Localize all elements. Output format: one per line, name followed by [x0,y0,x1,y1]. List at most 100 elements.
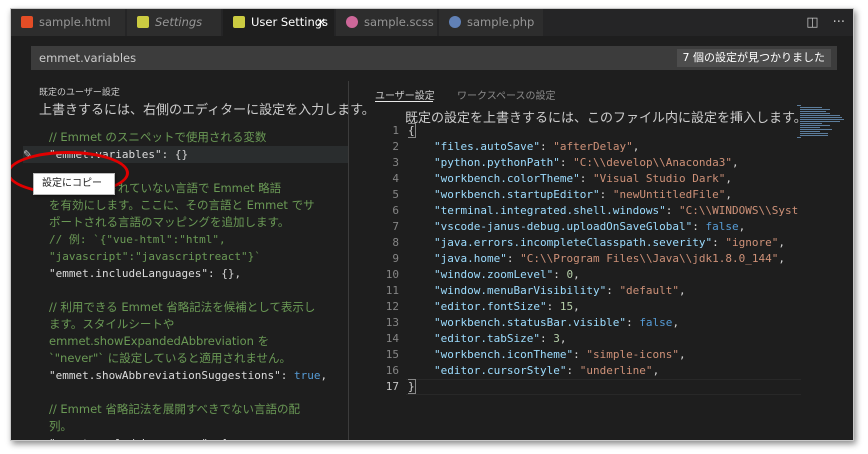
code-line: "emmet.showAbbreviationSuggestions": tru… [49,367,349,384]
code-token: , [778,236,786,249]
code-line: "editor.fontSize": 15, [408,299,798,315]
tab-settings[interactable]: Settings [127,9,222,36]
close-icon[interactable]: × [316,9,326,36]
code-token: , [738,220,746,233]
code-token: : [606,284,620,297]
code-token: , [679,348,686,361]
code-line: `"never"` に設定していると適用されません。 [49,350,349,367]
code-token: "java.errors.incompleteClasspath.severit… [434,236,713,249]
panel-divider[interactable] [348,81,349,440]
code-token: ポートされる言語のマッピングを追加します。 [49,215,290,229]
context-menu-copy-to-settings[interactable]: 設定にコピー [33,173,115,195]
settings-file-icon [233,16,245,28]
code-token: } [408,379,416,394]
code-token: // 利用できる Emmet 省略記法を候補として表示し [49,300,316,314]
code-token: , [320,369,328,382]
code-token: "vscode-janus-debug.uploadOnSaveGlobal" [434,220,693,233]
code-token: { [408,123,416,138]
code-token: : {}, [207,267,242,280]
code-token: "workbench.statusBar.visible" [434,316,627,329]
code-token: , [672,316,680,329]
code-line: "window.zoomLevel": 0, [408,267,798,283]
code-line: "editor.tabSize": 3, [408,331,798,347]
line-number: 4 [392,172,399,185]
code-line: "java.home": "C:\\Program Files\\Java\\j… [408,251,798,267]
code-line: "editor.cursorStyle": "underline", [408,363,798,379]
code-token: , [573,268,580,281]
code-token: : [553,268,567,281]
settings-search-input[interactable]: emmet.variables 7 個の設定が見つかりました [31,46,837,70]
code-token: : [665,204,680,217]
code-token: "javascript":"javascriptreact"}` [49,250,261,263]
code-token: "newUntitledFile" [612,188,726,201]
code-line: "emmet.includeLanguages": {}, [49,265,349,282]
line-number: 1 [392,124,399,137]
code-token: : [692,220,706,233]
tab-bar: sample.html Settings User Settings × sam… [11,9,853,36]
minimap-line [800,133,828,134]
code-token: false [705,220,739,233]
code-token: : [280,369,295,382]
sass-icon [346,16,358,28]
line-number: 6 [392,204,399,217]
code-token: "workbench.colorTheme" [434,172,580,185]
editor-window: sample.html Settings User Settings × sam… [10,8,854,441]
minimap[interactable] [797,105,847,145]
line-number: 11 [385,284,399,297]
code-line: "workbench.startupEditor": "newUntitledF… [408,187,798,203]
code-line: "java.errors.incompleteClasspath.severit… [408,235,798,251]
code-token: // Emmet 省略記法を展開すべきでない言語の配 [49,402,301,416]
code-token: "editor.fontSize" [434,300,547,313]
tab-label: sample.html [39,15,111,29]
code-line: } [408,379,798,395]
line-number: 17 [385,380,399,393]
minimap-line [800,125,830,126]
php-icon [449,16,461,28]
minimap-line [797,137,801,138]
code-token: "simple-icons" [586,348,680,361]
scrollbar[interactable] [847,81,853,440]
code-token: : [ [208,437,228,440]
settings-file-icon [137,16,149,28]
code-token: 15 [559,300,574,313]
split-editor-icon[interactable]: ◫ [806,15,818,30]
active-tab-underline [375,101,433,102]
code-token: を有効にします。ここに、その言語と Emmet でサ [49,198,315,212]
code-line: "python.pythonPath": "C:\\develop\\Anaco… [408,155,798,171]
line-number: 12 [385,300,399,313]
code-token: emmet.showExpandedAbbreviation を [49,334,270,348]
code-token: ます。スタイルシートや [49,317,175,331]
code-token: : [599,188,613,201]
tab-sample-html[interactable]: sample.html [11,9,126,36]
code-token: , [632,140,640,153]
code-token: "underline" [579,364,653,377]
code-token: , [573,300,580,313]
more-actions-icon[interactable]: ··· [833,15,845,30]
code-token: "editor.tabSize" [434,332,540,345]
code-line: ます。スタイルシートや [49,316,349,333]
context-menu-item-label: 設定にコピー [42,178,102,189]
tab-user-settings-panel[interactable]: ユーザー設定 [375,87,435,102]
tab-sample-php[interactable]: sample.php [439,9,544,36]
code-token: "terminal.integrated.shell.windows" [434,204,666,217]
code-line: "javascript":"javascriptreact"}` [49,248,349,265]
tab-sample-scss[interactable]: sample.scss [336,9,438,36]
code-token: : [566,364,580,377]
code-token: , [725,172,733,185]
code-token: : [559,156,574,169]
user-settings-code[interactable]: {"files.autoSave": "afterDelay", "python.… [408,123,798,395]
code-token: "Visual Studio Dark" [592,172,726,185]
code-token: : [539,140,554,153]
tab-user-settings[interactable]: User Settings × [223,9,335,36]
tab-label: sample.php [467,15,535,29]
minimap-line [800,113,830,114]
code-token: `"never"` に設定していると適用されません。 [49,351,292,365]
code-token: "workbench.iconTheme" [434,348,574,361]
line-number: 8 [392,236,399,249]
tab-workspace-settings[interactable]: ワークスペースの設定 [457,87,556,102]
code-line: "workbench.colorTheme": "Visual Studio D… [408,171,798,187]
code-token: , [725,188,733,201]
minimap-line [800,115,840,116]
code-token: 3 [553,332,560,345]
